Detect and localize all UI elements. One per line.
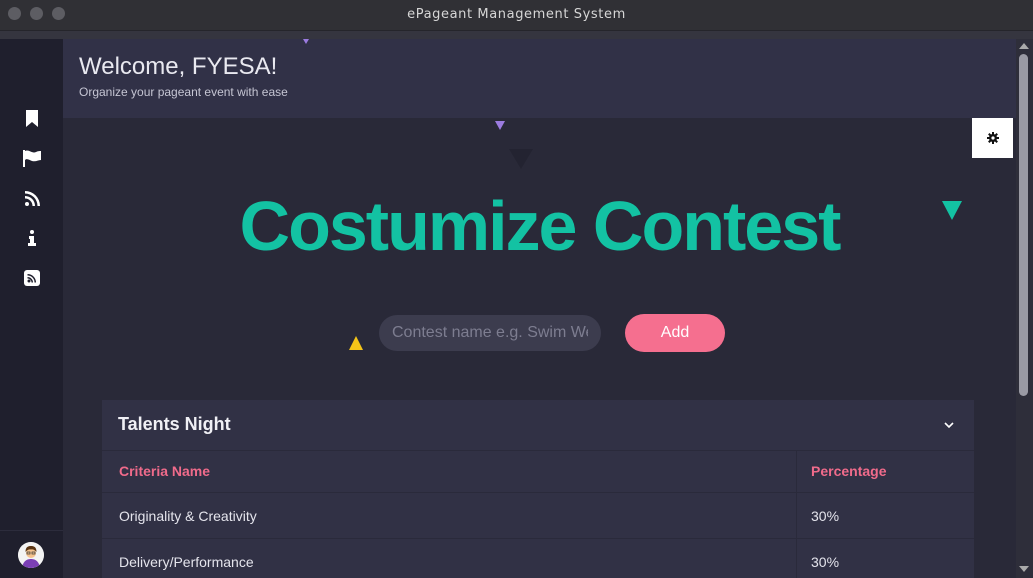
window-titlebar: ePageant Management System [0, 0, 1033, 31]
scroll-up-arrow[interactable] [1019, 43, 1029, 49]
criteria-name-cell: Originality & Creativity [119, 508, 257, 524]
decor-triangle [495, 121, 505, 130]
sidebar-item-bookmark[interactable] [22, 108, 42, 128]
sidebar [0, 39, 63, 578]
scroll-down-arrow[interactable] [1019, 566, 1029, 572]
rss-square-icon [24, 270, 40, 286]
sidebar-item-rss[interactable] [22, 268, 42, 288]
sidebar-divider [0, 530, 63, 531]
sidebar-item-flag[interactable] [22, 148, 42, 168]
vertical-scrollbar[interactable] [1016, 39, 1033, 578]
flag-icon [23, 149, 41, 167]
table-row[interactable]: Delivery/Performance 30% [102, 539, 974, 578]
sidebar-item-info[interactable] [22, 228, 42, 248]
rss-icon [24, 190, 40, 206]
sidebar-item-feed[interactable] [22, 188, 42, 208]
avatar[interactable] [18, 542, 44, 568]
chevron-down-icon [944, 421, 954, 428]
page-title: Costumize Contest [239, 187, 842, 265]
settings-button[interactable] [972, 118, 1013, 158]
gear-icon [986, 132, 999, 144]
expand-button[interactable] [942, 418, 956, 432]
criteria-name-cell: Delivery/Performance [119, 554, 254, 570]
welcome-header: Welcome, FYESA! Organize your pageant ev… [63, 39, 1016, 118]
decor-triangle [303, 39, 309, 44]
percentage-cell: 30% [811, 508, 840, 524]
column-divider [796, 539, 797, 578]
welcome-title: Welcome, FYESA! [79, 53, 278, 80]
window-top-border [0, 31, 1033, 39]
add-contest-button[interactable]: Add [625, 314, 725, 352]
percentage-cell: 30% [811, 554, 840, 570]
column-divider [796, 493, 797, 538]
main-content: Costumize Contest Add Talents Night Crit… [63, 118, 1016, 578]
user-avatar-icon [18, 542, 44, 568]
contest-card-title: Talents Night [118, 414, 231, 434]
bookmark-icon [26, 109, 38, 127]
window-title: ePageant Management System [407, 7, 626, 22]
column-header-percentage: Percentage [811, 463, 887, 479]
decor-triangle [349, 336, 363, 350]
contest-name-input[interactable] [379, 315, 601, 351]
column-divider [796, 451, 797, 492]
decor-triangle [509, 149, 533, 169]
table-row[interactable]: Originality & Creativity 30% [102, 493, 974, 539]
contest-card: Talents Night Criteria Name Percentage O… [102, 400, 974, 578]
criteria-table-header: Criteria Name Percentage [102, 450, 974, 493]
info-icon [28, 230, 36, 246]
welcome-subtitle: Organize your pageant event with ease [79, 85, 288, 99]
scrollbar-thumb[interactable] [1019, 54, 1028, 396]
column-header-criteria: Criteria Name [119, 463, 211, 479]
